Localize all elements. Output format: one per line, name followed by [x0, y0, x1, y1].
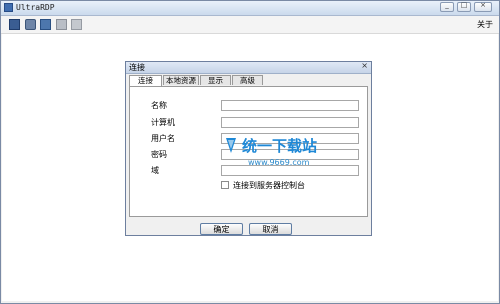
console-checkbox-label: 连接到服务器控制台: [233, 181, 305, 190]
maximize-icon: □: [460, 1, 468, 9]
password-label: 密码: [151, 150, 167, 159]
name-label: 名称: [151, 101, 167, 110]
close-icon[interactable]: ×: [361, 61, 368, 70]
tab-advanced[interactable]: 高级: [232, 75, 263, 85]
settings-icon[interactable]: [40, 19, 51, 30]
username-label: 用户名: [151, 134, 175, 143]
edit-icon[interactable]: [25, 19, 36, 30]
disabled-tool-icon[interactable]: [71, 19, 82, 30]
toolbar: 关于: [1, 16, 499, 34]
name-field[interactable]: [221, 100, 359, 111]
connect-icon[interactable]: [9, 19, 20, 30]
watermark-logo-icon: [226, 138, 236, 153]
window-title: UltraRDP: [16, 3, 55, 12]
dialog-title-bar: 连接 ×: [126, 61, 371, 74]
tab-display[interactable]: 显示: [200, 75, 231, 85]
disabled-tool-icon[interactable]: [56, 19, 67, 30]
watermark-name: 统一下载站: [242, 137, 318, 155]
ok-button[interactable]: 确定: [200, 223, 243, 235]
tab-local-resources[interactable]: 本地资源: [163, 75, 199, 85]
watermark: 统一下载站 www.9669.com: [222, 135, 317, 175]
computer-label: 计算机: [151, 118, 175, 127]
computer-field[interactable]: [221, 117, 359, 128]
minimize-icon: _: [445, 1, 449, 9]
title-bar: UltraRDP _ □ ×: [1, 1, 499, 16]
console-checkbox[interactable]: [221, 181, 229, 189]
watermark-url: www.9669.com: [248, 158, 310, 167]
about-menu[interactable]: 关于: [477, 19, 493, 30]
minimize-button[interactable]: _: [440, 1, 454, 12]
cancel-button[interactable]: 取消: [249, 223, 292, 235]
close-button[interactable]: ×: [474, 1, 492, 12]
maximize-button[interactable]: □: [457, 1, 471, 12]
tab-connect[interactable]: 连接: [129, 75, 162, 86]
domain-label: 域: [151, 166, 159, 175]
close-icon: ×: [480, 1, 486, 9]
dialog-title: 连接: [129, 63, 145, 72]
app-icon: [4, 3, 13, 12]
